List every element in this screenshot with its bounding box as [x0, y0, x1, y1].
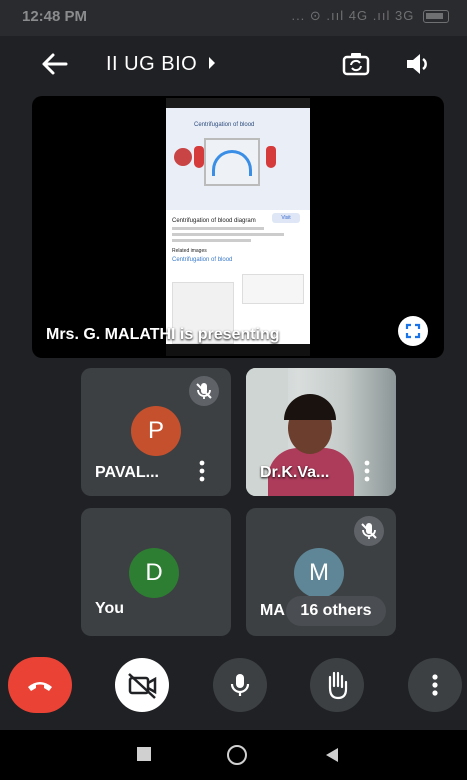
camera-off-icon: [128, 673, 157, 699]
blood-cell-image: [174, 148, 192, 166]
more-vert-icon[interactable]: [199, 460, 205, 482]
status-time: 12:48 PM: [22, 8, 88, 25]
mic-button[interactable]: [213, 658, 267, 712]
participant-tile[interactable]: P PAVAL...: [81, 368, 231, 496]
test-tube-image: [266, 146, 276, 168]
presentation-view[interactable]: Centrifugation of blood Centrifugation o…: [32, 96, 444, 358]
more-options-icon: [432, 674, 438, 696]
shared-screen: Centrifugation of blood Centrifugation o…: [166, 98, 310, 356]
others-count-badge[interactable]: 16 others: [286, 596, 386, 626]
participant-name: Dr.K.Va...: [260, 464, 330, 481]
related-label: Related images: [172, 248, 207, 254]
speaker-icon[interactable]: [404, 51, 432, 77]
more-vert-icon[interactable]: [364, 460, 370, 482]
avatar: M: [294, 548, 344, 598]
more-options-button[interactable]: [408, 658, 462, 712]
avatar: P: [131, 406, 181, 456]
top-bar: II UG BIO: [0, 36, 467, 92]
camera-toggle-button[interactable]: [115, 658, 169, 712]
home-icon[interactable]: [227, 745, 247, 765]
participant-tile[interactable]: M MA 16 others: [246, 508, 396, 636]
presenter-label: Mrs. G. MALATHI is presenting: [46, 326, 280, 343]
avatar: D: [129, 548, 179, 598]
shared-image-panel: Centrifugation of blood: [166, 108, 310, 210]
raise-hand-button[interactable]: [310, 658, 364, 712]
shared-heading: Centrifugation of blood: [194, 122, 255, 128]
text-line: [172, 239, 252, 242]
participant-tile[interactable]: Dr.K.Va...: [246, 368, 396, 496]
mic-muted-icon: [354, 516, 384, 546]
end-call-button[interactable]: [8, 657, 72, 713]
related-link: Centrifugation of blood: [172, 257, 233, 263]
text-line: [172, 227, 265, 230]
fullscreen-icon[interactable]: [398, 316, 428, 346]
participant-name: You: [95, 600, 125, 617]
caret-right-icon[interactable]: [207, 55, 217, 71]
meeting-title[interactable]: II UG BIO: [106, 53, 197, 76]
participant-name: MA: [260, 602, 285, 619]
shared-status-bar: [166, 98, 310, 108]
raise-hand-icon: [328, 671, 348, 700]
status-bar: 12:48 PM ... ⊙ .ııl 4G .ııl 3G: [0, 0, 467, 36]
system-nav-bar: [0, 730, 467, 780]
switch-camera-icon[interactable]: [341, 50, 371, 78]
test-tube-image: [194, 146, 204, 168]
mic-muted-icon: [189, 376, 219, 406]
text-line: [172, 233, 285, 236]
end-call-icon: [28, 682, 52, 691]
status-icons: ... ⊙ .ııl 4G .ııl 3G: [291, 8, 449, 24]
centrifuge-arc: [212, 150, 252, 176]
nav-back-icon[interactable]: [325, 747, 339, 768]
related-thumbnail: [242, 274, 304, 304]
signal-icons: ... ⊙ .ııl 4G .ııl 3G: [291, 8, 415, 23]
mic-icon: [230, 674, 250, 696]
video-person: [284, 394, 336, 420]
participant-tile[interactable]: D You: [81, 508, 231, 636]
recents-icon[interactable]: [137, 747, 151, 761]
back-arrow-icon[interactable]: [38, 50, 70, 78]
visit-button: Visit: [272, 213, 300, 223]
battery-icon: [423, 10, 449, 24]
shared-nav-bar: [166, 344, 310, 356]
participant-name: PAVAL...: [95, 464, 159, 481]
centrifuge-diagram: [204, 138, 260, 186]
